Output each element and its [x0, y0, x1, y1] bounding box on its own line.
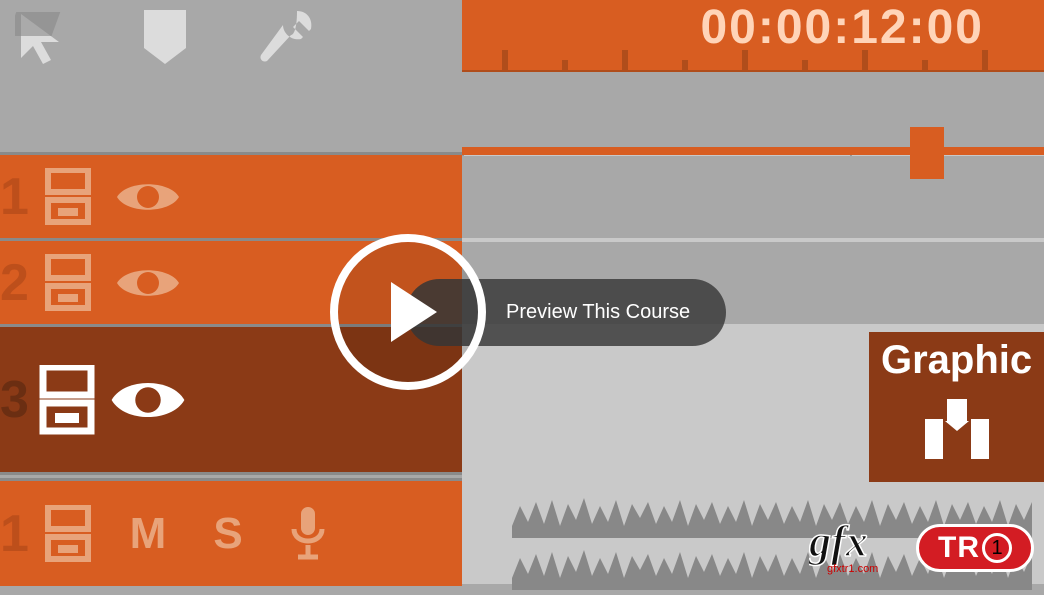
track-number: 1 — [0, 167, 28, 227]
arrow-select-icon[interactable] — [10, 0, 80, 80]
solo-button[interactable]: S — [188, 509, 268, 559]
watermark-gfx: gfx gfxtr1.com — [809, 516, 914, 576]
toggle-output-icon[interactable] — [28, 505, 108, 563]
track-divider — [0, 472, 462, 475]
video-track-1[interactable]: 1 — [0, 152, 462, 238]
eye-icon[interactable] — [108, 176, 188, 218]
graphic-clip[interactable]: Graphic — [869, 332, 1044, 482]
graphic-fx-icon — [869, 399, 1044, 459]
keyframe-handle[interactable] — [910, 127, 944, 179]
svg-text:gfx: gfx — [809, 517, 868, 566]
toolbar — [0, 0, 462, 152]
timeline-empty-band — [462, 72, 1044, 152]
track-number: 1 — [0, 504, 28, 564]
ruler-ticks — [462, 50, 1044, 70]
keyframe-line[interactable] — [462, 147, 1044, 155]
timeline-ruler[interactable]: 00:00:12:00 — [462, 0, 1044, 72]
svg-text:gfxtr1.com: gfxtr1.com — [827, 563, 878, 575]
eye-icon[interactable] — [108, 373, 188, 427]
audio-track-1[interactable]: 1 M S — [0, 478, 462, 586]
track-number: 3 — [0, 370, 28, 430]
marker-icon[interactable] — [130, 0, 200, 80]
toggle-output-icon[interactable] — [28, 365, 108, 435]
watermark-tr1: TR 1 — [916, 524, 1034, 572]
timecode-label: 00:00:12:00 — [700, 0, 984, 55]
clip-label: Graphic — [869, 332, 1044, 389]
mic-icon[interactable] — [268, 505, 348, 563]
toggle-output-icon[interactable] — [28, 254, 108, 312]
track-number: 2 — [0, 253, 28, 313]
editor-container: 1 2 3 — [0, 0, 1044, 584]
eye-icon[interactable] — [108, 262, 188, 304]
mute-button[interactable]: M — [108, 509, 188, 559]
toggle-output-icon[interactable] — [28, 168, 108, 226]
timeline-row-v1 — [462, 156, 1044, 238]
play-icon — [391, 282, 437, 342]
wrench-icon[interactable] — [250, 0, 320, 80]
play-overlay: Preview This Course — [330, 234, 726, 390]
play-button[interactable] — [330, 234, 486, 390]
